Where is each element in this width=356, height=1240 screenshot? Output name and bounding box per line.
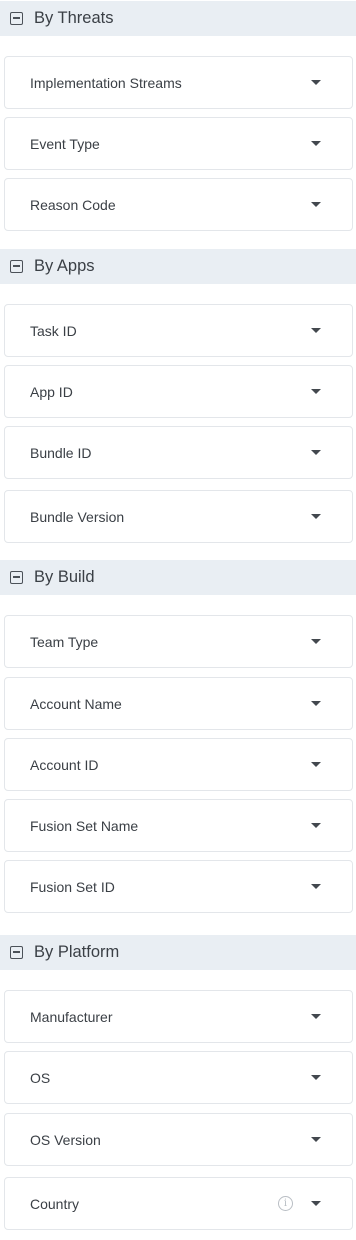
dropdown-account-name[interactable]: Account Name (4, 677, 353, 730)
section-title: By Apps (34, 257, 95, 275)
dropdown-label: Manufacturer (30, 1008, 113, 1025)
caret-down-icon (311, 1075, 321, 1080)
caret-down-icon (311, 141, 321, 146)
info-icon[interactable]: i (278, 1196, 293, 1211)
dropdown-label: Reason Code (30, 196, 116, 213)
dropdown-bundle-version[interactable]: Bundle Version (4, 490, 353, 543)
dropdown-implementation-streams[interactable]: Implementation Streams (4, 56, 353, 109)
caret-down-icon (311, 1201, 321, 1206)
dropdown-app-id[interactable]: App ID (4, 365, 353, 418)
dropdown-account-id[interactable]: Account ID (4, 738, 353, 791)
caret-down-icon (311, 762, 321, 767)
collapse-icon[interactable] (10, 946, 23, 959)
dropdown-label: Implementation Streams (30, 74, 182, 91)
dropdown-label: Bundle ID (30, 444, 92, 461)
caret-down-icon (311, 884, 321, 889)
dropdown-label: Fusion Set Name (30, 817, 139, 834)
dropdown-os-version[interactable]: OS Version (4, 1113, 353, 1166)
dropdown-label: Bundle Version (30, 508, 125, 525)
dropdown-label: OS (30, 1069, 51, 1086)
dropdown-country[interactable]: Country i (4, 1177, 353, 1230)
dropdown-fusion-set-name[interactable]: Fusion Set Name (4, 799, 353, 852)
collapse-icon[interactable] (10, 12, 23, 25)
dropdown-os[interactable]: OS (4, 1051, 353, 1104)
caret-down-icon (311, 328, 321, 333)
caret-down-icon (311, 80, 321, 85)
caret-down-icon (311, 639, 321, 644)
dropdown-label: Country (30, 1195, 80, 1212)
caret-down-icon (311, 1014, 321, 1019)
dropdown-label: Task ID (30, 322, 77, 339)
dropdown-manufacturer[interactable]: Manufacturer (4, 990, 353, 1043)
section-title: By Threats (34, 9, 114, 27)
dropdown-task-id[interactable]: Task ID (4, 304, 353, 357)
collapse-icon[interactable] (10, 260, 23, 273)
dropdown-event-type[interactable]: Event Type (4, 117, 353, 170)
section-header-by-threats[interactable]: By Threats (0, 1, 356, 36)
caret-down-icon (311, 450, 321, 455)
dropdown-label: Fusion Set ID (30, 878, 115, 895)
dropdown-label: Event Type (30, 135, 100, 152)
section-title: By Platform (34, 943, 120, 961)
dropdown-bundle-id[interactable]: Bundle ID (4, 426, 353, 479)
section-header-by-build[interactable]: By Build (0, 560, 356, 595)
caret-down-icon (311, 701, 321, 706)
dropdown-label: OS Version (30, 1131, 101, 1148)
caret-down-icon (311, 514, 321, 519)
section-header-by-platform[interactable]: By Platform (0, 935, 356, 970)
dropdown-label: Account Name (30, 695, 122, 712)
caret-down-icon (311, 1137, 321, 1142)
dropdown-reason-code[interactable]: Reason Code (4, 178, 353, 231)
caret-down-icon (311, 823, 321, 828)
section-header-by-apps[interactable]: By Apps (0, 249, 356, 284)
dropdown-label: App ID (30, 383, 73, 400)
dropdown-fusion-set-id[interactable]: Fusion Set ID (4, 860, 353, 913)
caret-down-icon (311, 202, 321, 207)
dropdown-team-type[interactable]: Team Type (4, 615, 353, 668)
caret-down-icon (311, 389, 321, 394)
section-title: By Build (34, 568, 95, 586)
dropdown-label: Account ID (30, 756, 99, 773)
collapse-icon[interactable] (10, 571, 23, 584)
dropdown-label: Team Type (30, 633, 99, 650)
